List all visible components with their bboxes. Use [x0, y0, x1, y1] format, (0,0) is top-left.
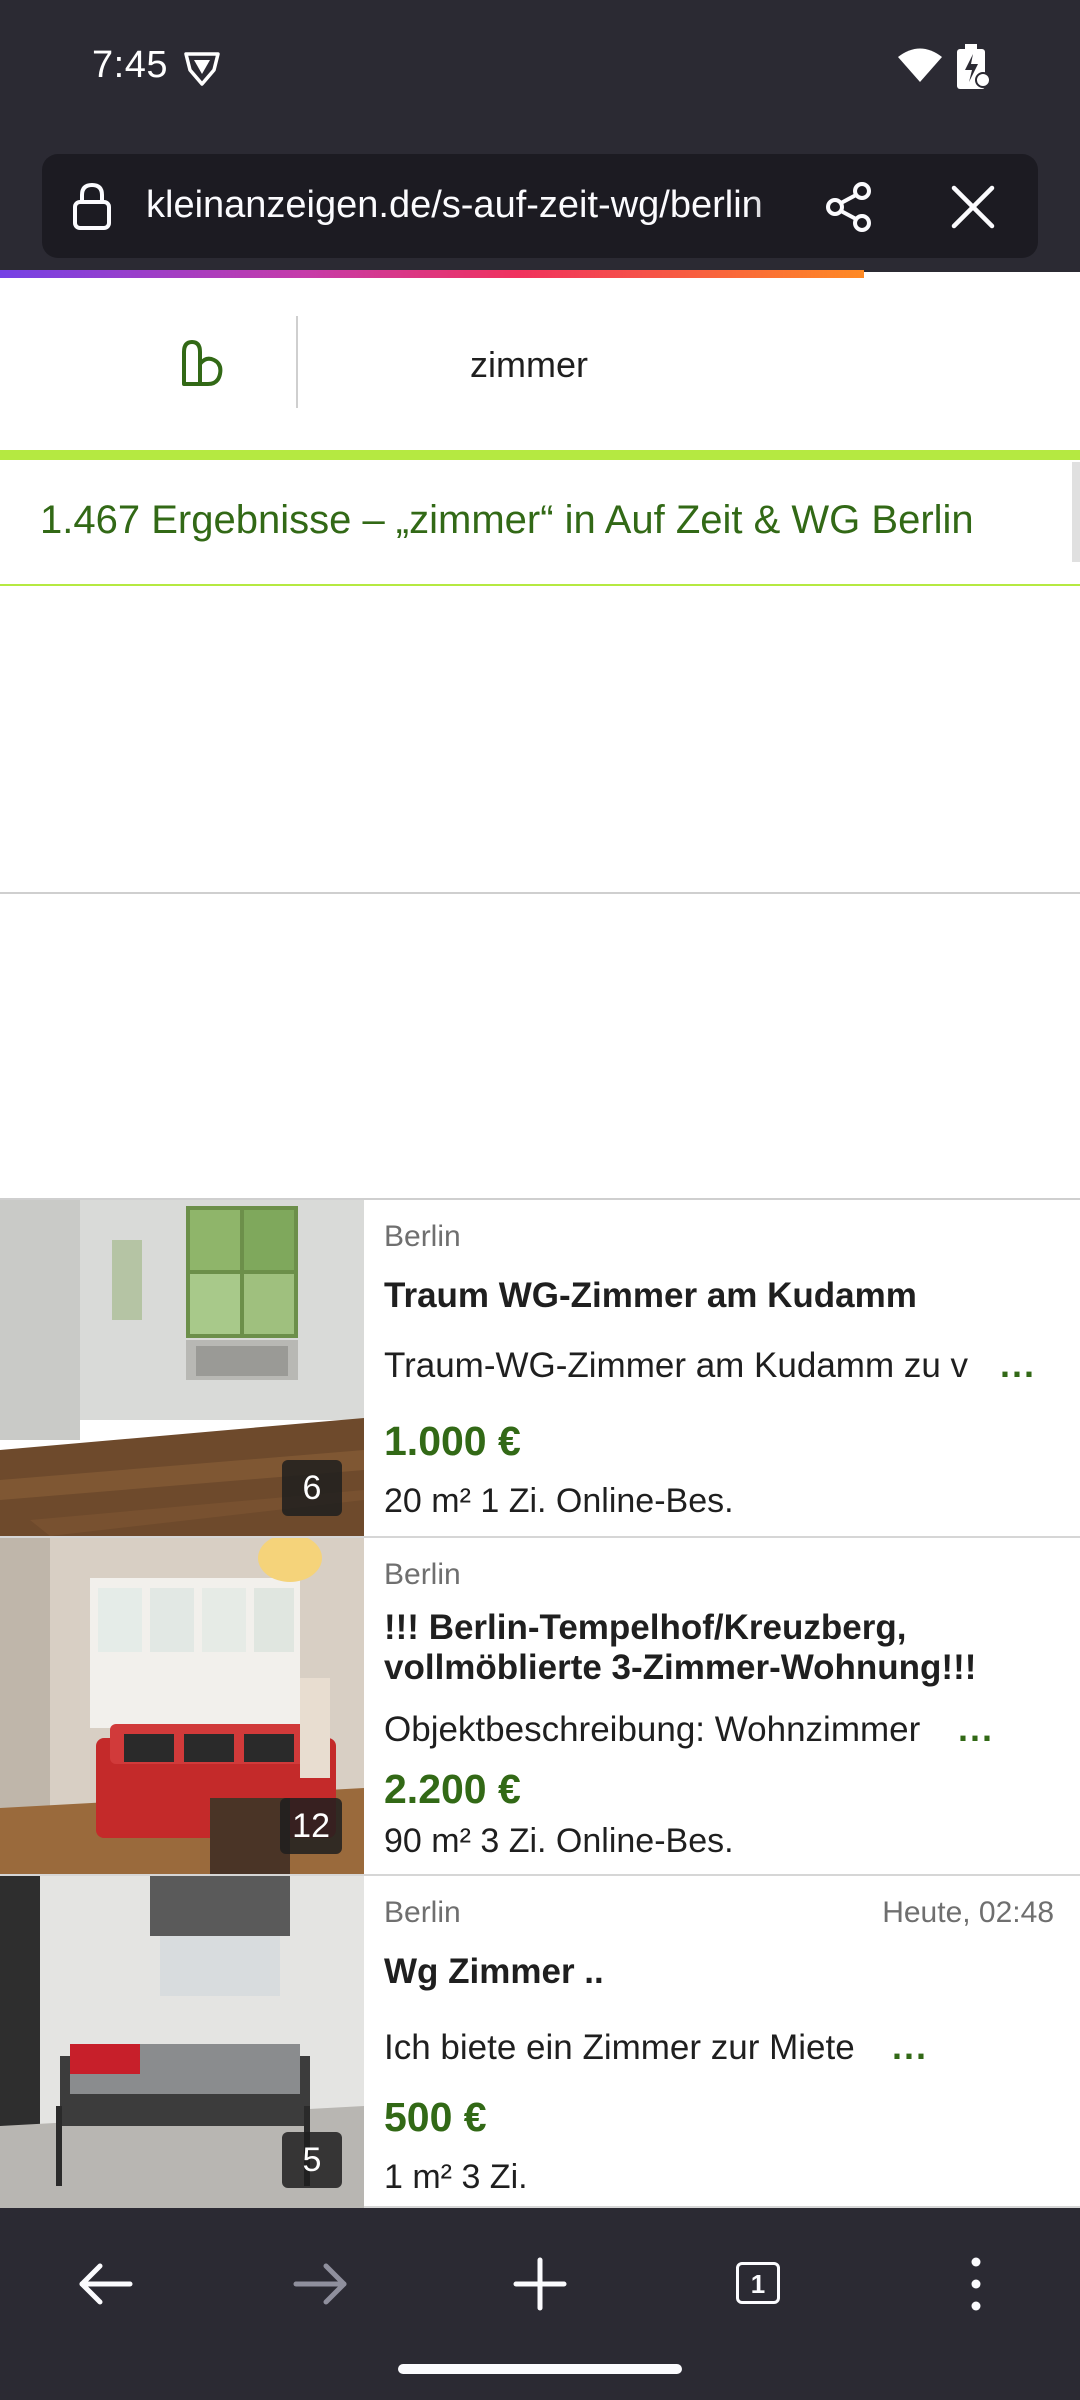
tabs-count: 1 [736, 2262, 780, 2304]
image-count-badge: 5 [282, 2132, 342, 2188]
listing-price: 500 € [384, 2094, 487, 2140]
more-dots: ... [1000, 1344, 1037, 1385]
listing-item[interactable]: 12 Berlin !!! Berlin-Tempelhof/Kreuzberg… [0, 1538, 1080, 1876]
listing-location: Berlin [384, 1220, 461, 1253]
results-summary-bar: 1.467 Ergebnisse – „zimmer“ in Auf Zeit … [0, 460, 1080, 586]
screen: 7:45 kleinanzeigen.de/s-auf-zeit-wg/berl… [0, 0, 1080, 2400]
listing-title[interactable]: Traum WG-Zimmer am Kudamm [384, 1276, 1054, 1316]
listing-price: 1.000 € [384, 1418, 521, 1464]
header-accent-line [0, 450, 1080, 460]
listing-item[interactable]: 5 Berlin Heute, 02:48 Wg Zimmer .. Ich b… [0, 1876, 1080, 2208]
listing-date: Heute, 02:48 [882, 1896, 1054, 1929]
page-load-progress [0, 270, 864, 278]
home-indicator[interactable] [398, 2364, 682, 2374]
browser-address-area: kleinanzeigen.de/s-auf-zeit-wg/berlin [0, 138, 1080, 272]
search-input[interactable]: zimmer [470, 344, 588, 386]
listing-title[interactable]: Wg Zimmer .. [384, 1952, 1054, 1992]
listing-photo[interactable]: 5 [0, 1876, 364, 2208]
wifi-icon [898, 48, 942, 82]
ad-placeholder [0, 586, 1080, 1200]
back-arrow-icon[interactable] [64, 2248, 144, 2320]
results-summary: 1.467 Ergebnisse – „zimmer“ in Auf Zeit … [40, 498, 974, 542]
divider [0, 892, 1080, 894]
listing-tags: 90 m² 3 Zi. Online-Bes. [384, 1822, 734, 1860]
status-time: 7:45 [92, 44, 168, 86]
address-bar[interactable]: kleinanzeigen.de/s-auf-zeit-wg/berlin [42, 154, 1038, 258]
listing-item[interactable]: 6 Berlin Traum WG-Zimmer am Kudamm Traum… [0, 1200, 1080, 1538]
image-count-badge: 6 [282, 1460, 342, 1516]
site-header: zimmer [0, 278, 1080, 450]
more-dots: ... [892, 2026, 929, 2067]
lock-icon[interactable] [72, 182, 112, 230]
listing-price: 2.200 € [384, 1766, 521, 1812]
battery-icon [957, 44, 990, 89]
listing-photo[interactable]: 6 [0, 1200, 364, 1536]
forward-arrow-icon[interactable] [282, 2248, 362, 2320]
scrollbar[interactable] [1072, 462, 1080, 562]
vpn-shield-icon [184, 52, 220, 86]
plus-icon[interactable] [500, 2248, 580, 2320]
url-text[interactable]: kleinanzeigen.de/s-auf-zeit-wg/berlin [146, 184, 830, 227]
share-icon[interactable] [822, 180, 876, 234]
close-icon[interactable] [950, 184, 996, 230]
image-count-badge: 12 [280, 1798, 342, 1854]
listing-title[interactable]: !!! Berlin-Tempelhof/Kreuzberg, vollmöbl… [384, 1608, 1054, 1688]
more-dots: ... [958, 1708, 995, 1749]
listing-location: Berlin [384, 1558, 461, 1591]
listing-description: Objektbeschreibung: Wohnzimmer [384, 1710, 921, 1749]
status-bar: 7:45 [0, 0, 1080, 138]
tabs-icon[interactable]: 1 [718, 2248, 798, 2320]
listing-location: Berlin [384, 1896, 461, 1929]
header-divider [296, 316, 298, 408]
browser-toolbar: 1 [0, 2208, 1080, 2400]
listing-photo[interactable]: 12 [0, 1538, 364, 1874]
listing-description: Traum-WG-Zimmer am Kudamm zu v [384, 1346, 969, 1385]
more-vertical-icon[interactable] [936, 2248, 1016, 2320]
kleinanzeigen-logo-icon[interactable] [178, 338, 226, 390]
listing-tags: 1 m² 3 Zi. [384, 2158, 528, 2196]
listing-description: Ich biete ein Zimmer zur Miete [384, 2028, 855, 2067]
listing-tags: 20 m² 1 Zi. Online-Bes. [384, 1482, 734, 1520]
